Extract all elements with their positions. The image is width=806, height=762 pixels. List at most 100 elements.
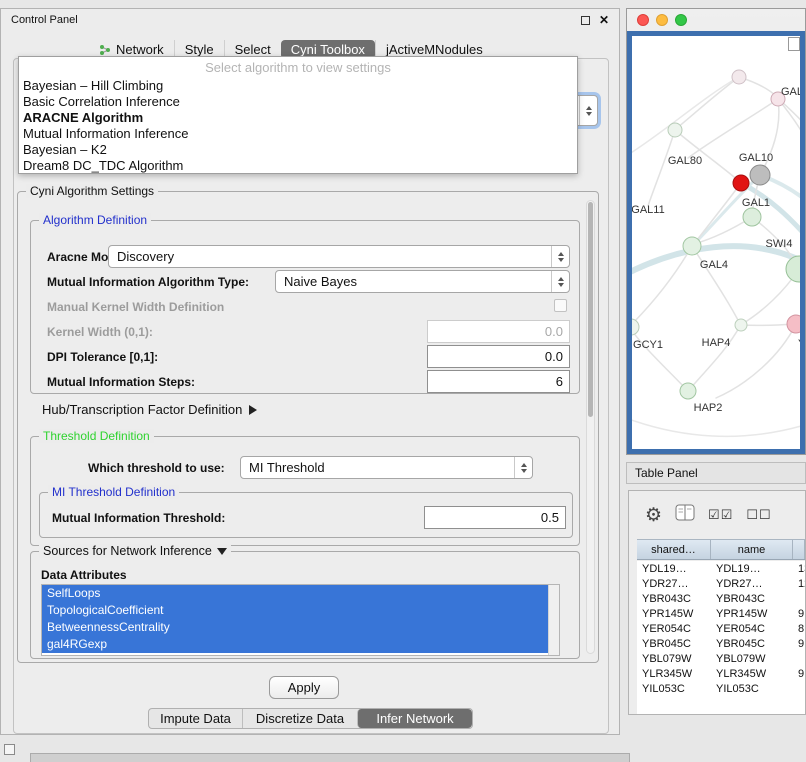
collapsed-bottom-panel[interactable]	[30, 753, 630, 762]
algorithm-menu-item[interactable]: Basic Correlation Inference	[19, 94, 577, 110]
zoom-traffic-light-icon[interactable]	[675, 14, 687, 26]
table-row[interactable]: YLR345WYLR345W9.	[637, 666, 805, 681]
network-edge	[632, 328, 688, 391]
kernel-width-field: 0.0	[427, 320, 570, 343]
kernel-width-value: 0.0	[545, 324, 563, 339]
network-node[interactable]	[786, 256, 800, 282]
algorithm-dropdown-menu: Select algorithm to view settings Bayesi…	[18, 56, 578, 174]
column-header-partial[interactable]	[793, 540, 805, 559]
table-cell: YBR043C	[637, 593, 711, 605]
table-cell: YLR345W	[637, 668, 711, 680]
attribute-list-item[interactable]: BetweennessCentrality	[42, 619, 548, 636]
table-cell: 9.	[793, 608, 805, 620]
network-node[interactable]	[735, 319, 747, 331]
aracne-mode-value: Discovery	[117, 249, 174, 264]
deselect-all-icon[interactable]: ☐☐	[746, 507, 771, 523]
column-header-shared-name[interactable]: shared…	[637, 540, 711, 559]
table-row[interactable]: YDR27…YDR27…12	[637, 576, 805, 591]
table-row[interactable]: YBL079WYBL079W	[637, 651, 805, 666]
tab-label: Cyni Toolbox	[291, 42, 365, 57]
which-threshold-label: Which threshold to use:	[88, 461, 225, 475]
network-edge	[632, 78, 737, 156]
attribute-list-item[interactable]: TopologicalCoefficient	[42, 602, 548, 619]
mi-algorithm-type-combo[interactable]: Naive Bayes	[275, 270, 570, 293]
table-row[interactable]: YER054CYER054C8.	[637, 621, 805, 636]
attribute-list-item[interactable]: gal4RGexp	[42, 636, 548, 653]
mi-algorithm-type-value: Naive Bayes	[284, 274, 357, 289]
network-node[interactable]	[683, 237, 701, 255]
network-node[interactable]	[787, 315, 800, 333]
which-threshold-combo[interactable]: MI Threshold	[240, 456, 533, 479]
data-attributes-label: Data Attributes	[41, 568, 127, 582]
tab-impute-data[interactable]: Impute Data	[149, 709, 242, 728]
settings-scrollbar[interactable]	[586, 200, 595, 654]
tab-infer-network[interactable]: Infer Network	[357, 709, 472, 728]
close-traffic-light-icon[interactable]	[637, 14, 649, 26]
scrollbar-thumb[interactable]	[588, 202, 593, 417]
column-header-name[interactable]: name	[711, 540, 793, 559]
mi-steps-value: 6	[556, 374, 563, 389]
hub-definition-label: Hub/Transcription Factor Definition	[42, 402, 242, 417]
table-row[interactable]: YPR145WYPR145W9.	[637, 606, 805, 621]
restore-panel-icon[interactable]	[4, 744, 15, 755]
network-node[interactable]	[743, 208, 761, 226]
network-node-label: GAL11	[632, 204, 665, 216]
table-row[interactable]: YBR043CYBR043C	[637, 591, 805, 606]
mi-steps-field[interactable]: 6	[427, 370, 570, 393]
control-panel-titlebar: Control Panel ✕	[1, 9, 619, 31]
algorithm-definition-title: Algorithm Definition	[39, 213, 151, 227]
network-window-titlebar[interactable]	[627, 9, 805, 31]
network-canvas[interactable]: GALGAL80GAL10GAL11GAL1SWI4GAL4GCY1HAP4YH…	[627, 31, 805, 454]
table-cell: YLR345W	[711, 668, 793, 680]
list-scrollbar[interactable]	[548, 585, 559, 655]
network-node-label: GAL1	[742, 197, 770, 209]
settings-group-title: Cyni Algorithm Settings	[26, 184, 158, 198]
expand-arrow-icon	[249, 405, 257, 415]
bottom-tabs: Impute Data Discretize Data Infer Networ…	[148, 708, 473, 729]
network-node-label: HAP4	[702, 337, 731, 349]
minimize-traffic-light-icon[interactable]	[656, 14, 668, 26]
tab-label: Network	[116, 42, 164, 57]
network-node-label: Y	[798, 338, 800, 350]
algorithm-menu-item[interactable]: Bayesian – Hill Climbing	[19, 78, 577, 94]
network-node-label: GAL80	[668, 155, 702, 167]
float-window-icon[interactable]	[581, 16, 590, 25]
table-cell: YIL053C	[637, 683, 711, 695]
algorithm-menu-item[interactable]: Dream8 DC_TDC Algorithm	[19, 158, 577, 174]
tab-discretize-data[interactable]: Discretize Data	[242, 709, 357, 728]
gear-icon[interactable]: ⚙	[645, 506, 662, 525]
birdseye-toggle[interactable]	[788, 37, 800, 51]
dpi-tolerance-field[interactable]: 0.0	[427, 345, 570, 368]
aracne-mode-combo[interactable]: Discovery	[108, 245, 570, 268]
table-cell: YBL079W	[637, 653, 711, 665]
tab-label: Select	[235, 42, 271, 57]
mi-threshold-field[interactable]: 0.5	[424, 506, 566, 529]
column-selector-icon[interactable]	[675, 504, 695, 526]
mi-algorithm-type-label: Mutual Information Algorithm Type:	[47, 275, 249, 289]
table-cell: YIL053C	[711, 683, 793, 695]
table-row[interactable]: YBR045CYBR045C9.	[637, 636, 805, 651]
attribute-list-item[interactable]: SelfLoops	[42, 585, 548, 602]
network-node[interactable]	[668, 123, 682, 137]
algorithm-menu-item[interactable]: Bayesian – K2	[19, 142, 577, 158]
select-all-icon[interactable]: ☑☑	[708, 507, 733, 523]
network-node[interactable]	[632, 319, 639, 335]
table-row[interactable]: YIL053CYIL053C	[637, 681, 805, 696]
manual-kernel-width-checkbox[interactable]	[554, 299, 567, 312]
network-node[interactable]	[680, 383, 696, 399]
table-cell: YDR27…	[637, 578, 711, 590]
network-node[interactable]	[733, 175, 749, 191]
table-cell: 8.	[793, 623, 805, 635]
combo-arrows-icon	[579, 96, 597, 125]
control-panel-title: Control Panel	[11, 14, 78, 26]
collapse-arrow-icon	[217, 548, 227, 555]
hub-definition-expander[interactable]: Hub/Transcription Factor Definition	[42, 402, 257, 417]
table-row[interactable]: YDL19…YDL19…13	[637, 561, 805, 576]
algorithm-menu-item[interactable]: Mutual Information Inference	[19, 126, 577, 142]
network-node[interactable]	[750, 165, 770, 185]
algorithm-menu-item[interactable]: ARACNE Algorithm	[19, 110, 577, 126]
close-window-icon[interactable]: ✕	[599, 14, 609, 26]
sources-group-title[interactable]: Sources for Network Inference	[39, 544, 231, 558]
network-node[interactable]	[732, 70, 746, 84]
apply-button[interactable]: Apply	[269, 676, 339, 699]
